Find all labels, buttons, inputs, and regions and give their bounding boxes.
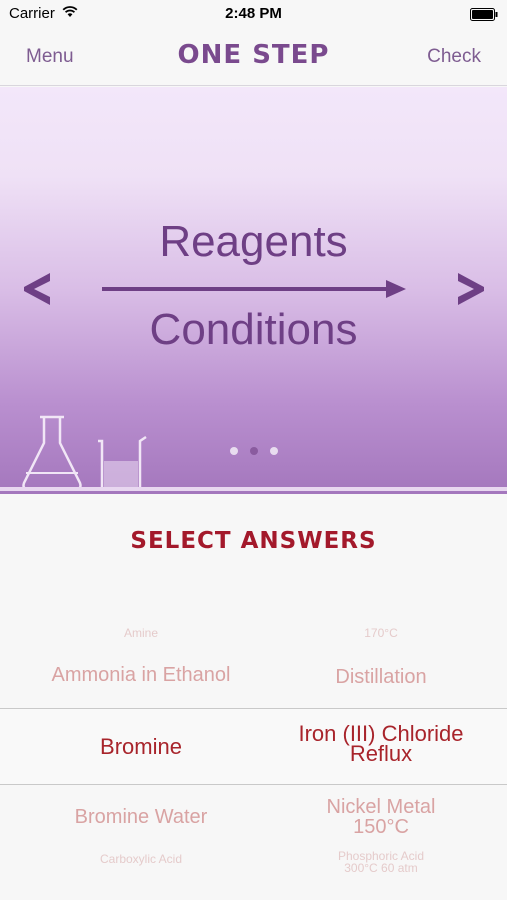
next-arrow-icon[interactable] (454, 271, 488, 307)
page-dot[interactable] (270, 447, 278, 455)
page-dot[interactable] (230, 447, 238, 455)
picker-right-item[interactable]: 170°C (258, 626, 504, 640)
battery-icon (470, 8, 498, 21)
picker-right-selected-line: Reflux (349, 741, 413, 766)
navigation-bar: Menu ONE STEP Check (0, 28, 507, 86)
reaction-card[interactable]: Reagents Conditions (0, 87, 507, 494)
previous-arrow-icon[interactable] (20, 271, 54, 307)
picker-left-item[interactable]: Amine (22, 626, 260, 640)
section-title: SELECT ANSWERS (130, 528, 377, 554)
picker-left-item[interactable]: Carboxylic Acid (22, 852, 260, 866)
picker-right-item-line: 300°C 60 atm (344, 861, 418, 875)
reaction-arrow-icon (102, 280, 406, 298)
conditions-label: Conditions (149, 305, 358, 354)
reagents-label: Reagents (159, 217, 348, 266)
picker-right-item-line: 150°C (353, 816, 409, 838)
picker-left-selected[interactable]: Bromine (22, 734, 260, 760)
glassware-illustration (22, 415, 147, 491)
page-dot-active[interactable] (250, 447, 258, 455)
picker-right-selected[interactable]: Iron (III) Chloride Reflux (258, 723, 504, 766)
picker-right-item[interactable]: Distillation (258, 666, 504, 689)
picker-right-item[interactable]: Nickel Metal 150°C (258, 797, 504, 837)
page-indicator[interactable] (228, 445, 282, 457)
check-button[interactable]: Check (427, 46, 481, 68)
picker-right-item-line: Nickel Metal (326, 796, 436, 818)
status-bar: Carrier 2:48 PM (0, 0, 507, 28)
picker-left-item[interactable]: Bromine Water (22, 806, 260, 829)
picker-right-item[interactable]: Phosphoric Acid 300°C 60 atm (258, 850, 504, 874)
answer-picker[interactable]: Amine Ammonia in Ethanol Bromine Bromine… (0, 612, 507, 900)
picker-left-item[interactable]: Ammonia in Ethanol (22, 664, 260, 687)
bench-line (0, 487, 507, 491)
status-time: 2:48 PM (225, 5, 282, 22)
